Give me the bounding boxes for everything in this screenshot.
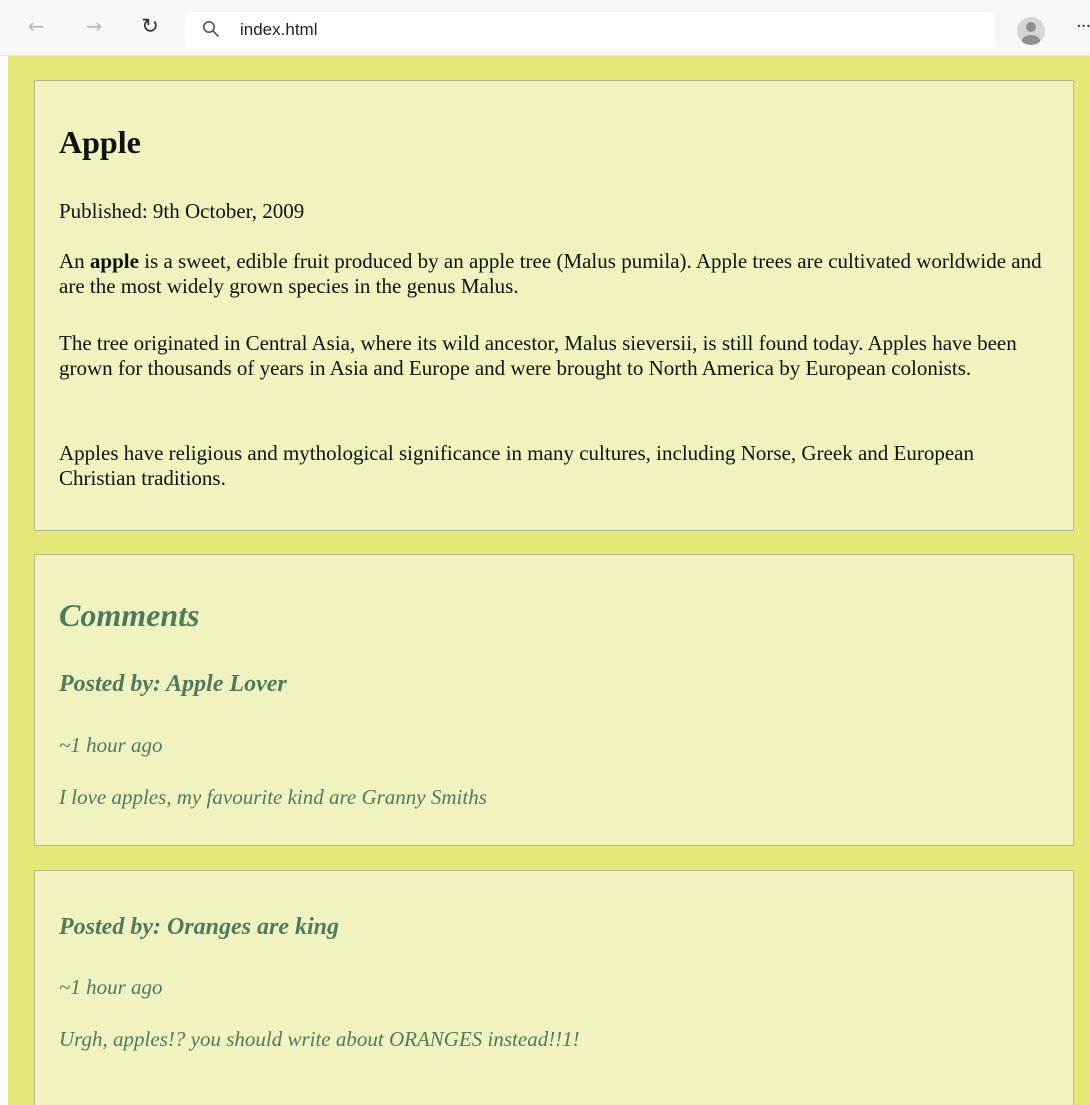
comments-heading: Comments	[59, 597, 200, 633]
comment-time: ~1 hour ago	[59, 733, 163, 757]
more-icon[interactable]: ···	[1076, 16, 1090, 37]
search-icon	[203, 21, 219, 37]
comments-panel-2: Posted by: Oranges are king ~1 hour ago …	[34, 870, 1074, 1105]
reload-icon[interactable]: ↻	[138, 14, 162, 38]
article-paragraph-1: An apple is a sweet, edible fruit produc…	[59, 249, 1049, 299]
article-paragraph-2: The tree originated in Central Asia, whe…	[59, 331, 1017, 380]
comment-text: Urgh, apples!? you should write about OR…	[59, 1027, 580, 1051]
paragraph-1-rest: is a sweet, edible fruit produced by an …	[59, 249, 1042, 298]
back-arrow-icon[interactable]: ←	[24, 14, 48, 38]
address-bar[interactable]: index.html	[185, 12, 995, 48]
article-paragraph-3: Apples have religious and mythological s…	[59, 441, 974, 490]
comment-time: ~1 hour ago	[59, 975, 163, 999]
published-date: Published: 9th October, 2009	[59, 199, 305, 223]
profile-icon[interactable]	[1017, 17, 1045, 45]
page-viewport: Apple Published: 9th October, 2009 An ap…	[8, 56, 1090, 1105]
paragraph-1-prefix: An	[59, 249, 90, 273]
article-title: Apple	[59, 124, 141, 160]
article-panel: Apple Published: 9th October, 2009 An ap…	[34, 80, 1074, 531]
comment-poster: Posted by: Oranges are king	[59, 914, 339, 940]
address-text[interactable]: index.html	[240, 20, 317, 40]
comments-panel-1: Comments Posted by: Apple Lover ~1 hour …	[34, 554, 1074, 846]
apple-bold-word: apple	[89, 249, 139, 273]
comment-poster: Posted by: Apple Lover	[59, 671, 287, 697]
comment-text: I love apples, my favourite kind are Gra…	[59, 785, 487, 809]
forward-arrow-icon[interactable]: →	[82, 14, 106, 38]
browser-toolbar: ← → ↻ index.html ···	[0, 0, 1090, 56]
